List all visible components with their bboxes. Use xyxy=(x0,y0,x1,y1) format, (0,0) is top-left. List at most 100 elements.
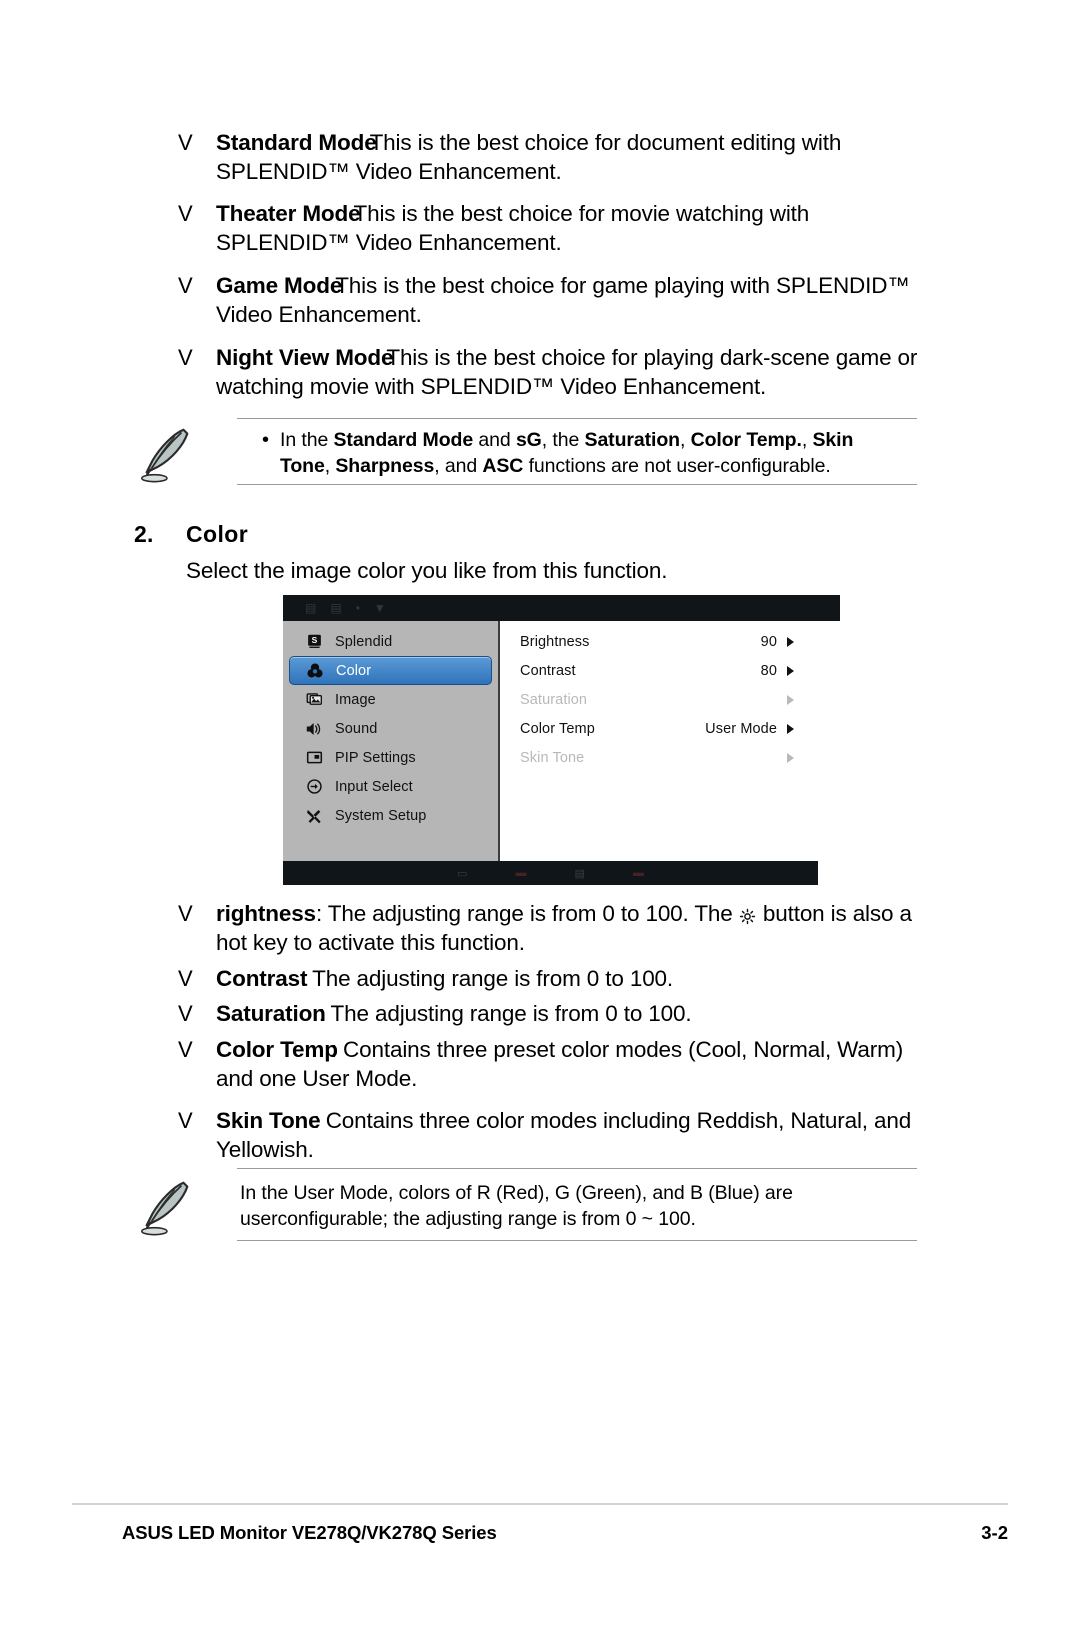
list-item-body-line2: watching movie with SPLENDID™ Video Enha… xyxy=(216,374,767,399)
note-seg: , xyxy=(679,429,691,451)
osd-body: S Splendid Color Image Sound PIP Setting… xyxy=(283,621,818,861)
note-seg: In the xyxy=(280,429,334,451)
list-item-body-line2: and one User Mode. xyxy=(216,1066,418,1091)
list-item-body: This is the best choice for game playing… xyxy=(335,273,910,298)
osd-top-bar: ▤ ▤ • ▼ xyxy=(283,595,840,621)
note-bottom-rule xyxy=(237,484,917,485)
list-item-term: Standard Mode xyxy=(216,130,377,155)
input-select-icon xyxy=(303,777,325,797)
note-top-rule xyxy=(237,1168,917,1169)
list-item-body-line2: Yellowish. xyxy=(216,1137,314,1162)
osd-key-icon: ▬ xyxy=(515,867,527,879)
osd-setting-skin-tone: Skin Tone xyxy=(500,743,818,772)
osd-menu-item-input-select[interactable]: Input Select xyxy=(289,772,492,801)
note-bottom-text: In the User Mode, colors of R (Red), G (… xyxy=(240,1180,900,1232)
osd-menu-item-pip-settings[interactable]: PIP Settings xyxy=(289,743,492,772)
osd-key-icon: ▬ xyxy=(632,867,644,879)
chevron-right-icon xyxy=(787,694,794,705)
list-item-term: Skin Tone xyxy=(216,1108,321,1133)
osd-menu-label: Input Select xyxy=(335,778,413,795)
note-top-rule xyxy=(237,418,917,419)
note-seg-bold: Color Temp. xyxy=(690,429,802,451)
bullet-marker: V xyxy=(178,966,193,991)
osd-setting-value: 80 xyxy=(760,662,777,679)
pip-icon xyxy=(303,748,325,768)
section-number: 2. xyxy=(134,521,154,547)
list-item: V Night View ModeThis is the best choice… xyxy=(178,343,958,401)
chevron-right-icon xyxy=(787,723,794,734)
chevron-right-icon xyxy=(787,636,794,647)
note-bottom-line2: userconfigurable; the adjusting range is… xyxy=(240,1208,696,1230)
sound-icon xyxy=(303,719,325,739)
osd-menu-list: S Splendid Color Image Sound PIP Setting… xyxy=(283,621,500,861)
list-item: V Color Temp: Contains three preset colo… xyxy=(178,1035,968,1093)
bullet-marker: V xyxy=(178,1001,193,1026)
note-bullet-marker: • xyxy=(262,429,270,451)
list-item-body: : The adjusting range is from 0 to 100. … xyxy=(315,901,733,926)
monitor-osd-screenshot: ▤ ▤ • ▼ S Splendid Color Image Sound PIP… xyxy=(283,595,840,885)
list-item-body: This is the best choice for movie watchi… xyxy=(353,201,810,226)
list-item-text: rightness: The adjusting range is from 0… xyxy=(216,899,912,957)
osd-menu-item-splendid[interactable]: S Splendid xyxy=(289,627,492,656)
osd-setting-brightness[interactable]: Brightness 90 xyxy=(500,627,818,656)
osd-menu-item-image[interactable]: Image xyxy=(289,685,492,714)
list-item: V Skin Tone: Contains three color modes … xyxy=(178,1106,968,1164)
osd-settings-list: Brightness 90 Contrast 80 Saturation Col… xyxy=(500,621,818,861)
list-item-body: This is the best choice for playing dark… xyxy=(386,345,918,370)
note-seg: and xyxy=(473,429,516,451)
list-item-body: : Contains three preset color modes (Coo… xyxy=(330,1037,904,1062)
note-seg-bold: ASC xyxy=(482,455,524,477)
osd-setting-color-temp[interactable]: Color Temp User Mode xyxy=(500,714,818,743)
bullet-marker: V xyxy=(178,901,193,926)
list-item-term: rightness xyxy=(216,901,316,926)
section-description: Select the image color you like from thi… xyxy=(186,558,668,583)
osd-menu-label: Splendid xyxy=(335,633,393,650)
osd-bottom-bar: ▭ ▬ ▤ ▬ xyxy=(283,861,818,885)
list-item: V Game ModeThis is the best choice for g… xyxy=(178,271,958,329)
note-top-text: In the Standard Mode and sG, the Saturat… xyxy=(280,427,920,479)
list-item-body: : The adjusting range is from 0 to 100. xyxy=(318,1001,692,1026)
footer-page-number: 3-2 xyxy=(981,1522,1008,1543)
note-seg-bold: sG xyxy=(515,429,542,451)
osd-menu-label: PIP Settings xyxy=(335,749,416,766)
list-item-body: This is the best choice for document edi… xyxy=(369,130,842,155)
list-item: V Saturation: The adjusting range is fro… xyxy=(178,999,958,1028)
list-item-text: Contrast: The adjusting range is from 0 … xyxy=(216,964,673,993)
note-seg: functions are not user-configurable. xyxy=(523,455,831,477)
osd-menu-item-color[interactable]: Color xyxy=(289,656,492,685)
page-title: Color xyxy=(186,521,249,547)
list-item-term: Color Temp xyxy=(216,1037,338,1062)
osd-menu-item-sound[interactable]: Sound xyxy=(289,714,492,743)
osd-setting-label: Contrast xyxy=(520,662,576,679)
note-seg: , xyxy=(324,455,336,477)
list-item-term: Night View Mode xyxy=(216,345,394,370)
note-bottom-rule xyxy=(237,1240,917,1241)
osd-menu-icon: ▤ xyxy=(305,601,317,615)
osd-setting-label: Skin Tone xyxy=(520,749,585,766)
osd-setting-contrast[interactable]: Contrast 80 xyxy=(500,656,818,685)
osd-setting-label: Brightness xyxy=(520,633,590,650)
list-item-text: Night View ModeThis is the best choice f… xyxy=(216,343,917,401)
color-icon xyxy=(304,661,326,681)
list-item-body: : The adjusting range is from 0 to 100. xyxy=(300,966,674,991)
osd-key-icon: ▭ xyxy=(457,867,468,880)
list-item-text: Standard ModeThis is the best choice for… xyxy=(216,128,841,186)
list-item-term: Game Mode xyxy=(216,273,343,298)
list-item-term: Contrast xyxy=(216,966,308,991)
note-seg-bold: Skin xyxy=(812,429,854,451)
osd-menu-label: System Setup xyxy=(335,807,427,824)
footer-product-name: ASUS LED Monitor VE278Q/VK278Q Series xyxy=(122,1522,497,1543)
svg-text:S: S xyxy=(311,635,317,645)
list-item-term: Theater Mode xyxy=(216,201,361,226)
list-item-text: Color Temp: Contains three preset color … xyxy=(216,1035,903,1093)
quill-note-icon xyxy=(135,1175,197,1237)
list-item-text: Skin Tone: Contains three color modes in… xyxy=(216,1106,911,1164)
list-item: V Contrast: The adjusting range is from … xyxy=(178,964,958,993)
osd-setting-label: Saturation xyxy=(520,691,588,708)
osd-menu-icon: ▤ xyxy=(330,601,342,615)
list-item-body-line2: hot key to activate this function. xyxy=(216,930,525,955)
osd-menu-item-system-setup[interactable]: System Setup xyxy=(289,801,492,830)
note-seg-bold: Standard Mode xyxy=(333,429,474,451)
system-setup-icon xyxy=(303,806,325,826)
list-item: V Theater ModeThis is the best choice fo… xyxy=(178,199,938,257)
